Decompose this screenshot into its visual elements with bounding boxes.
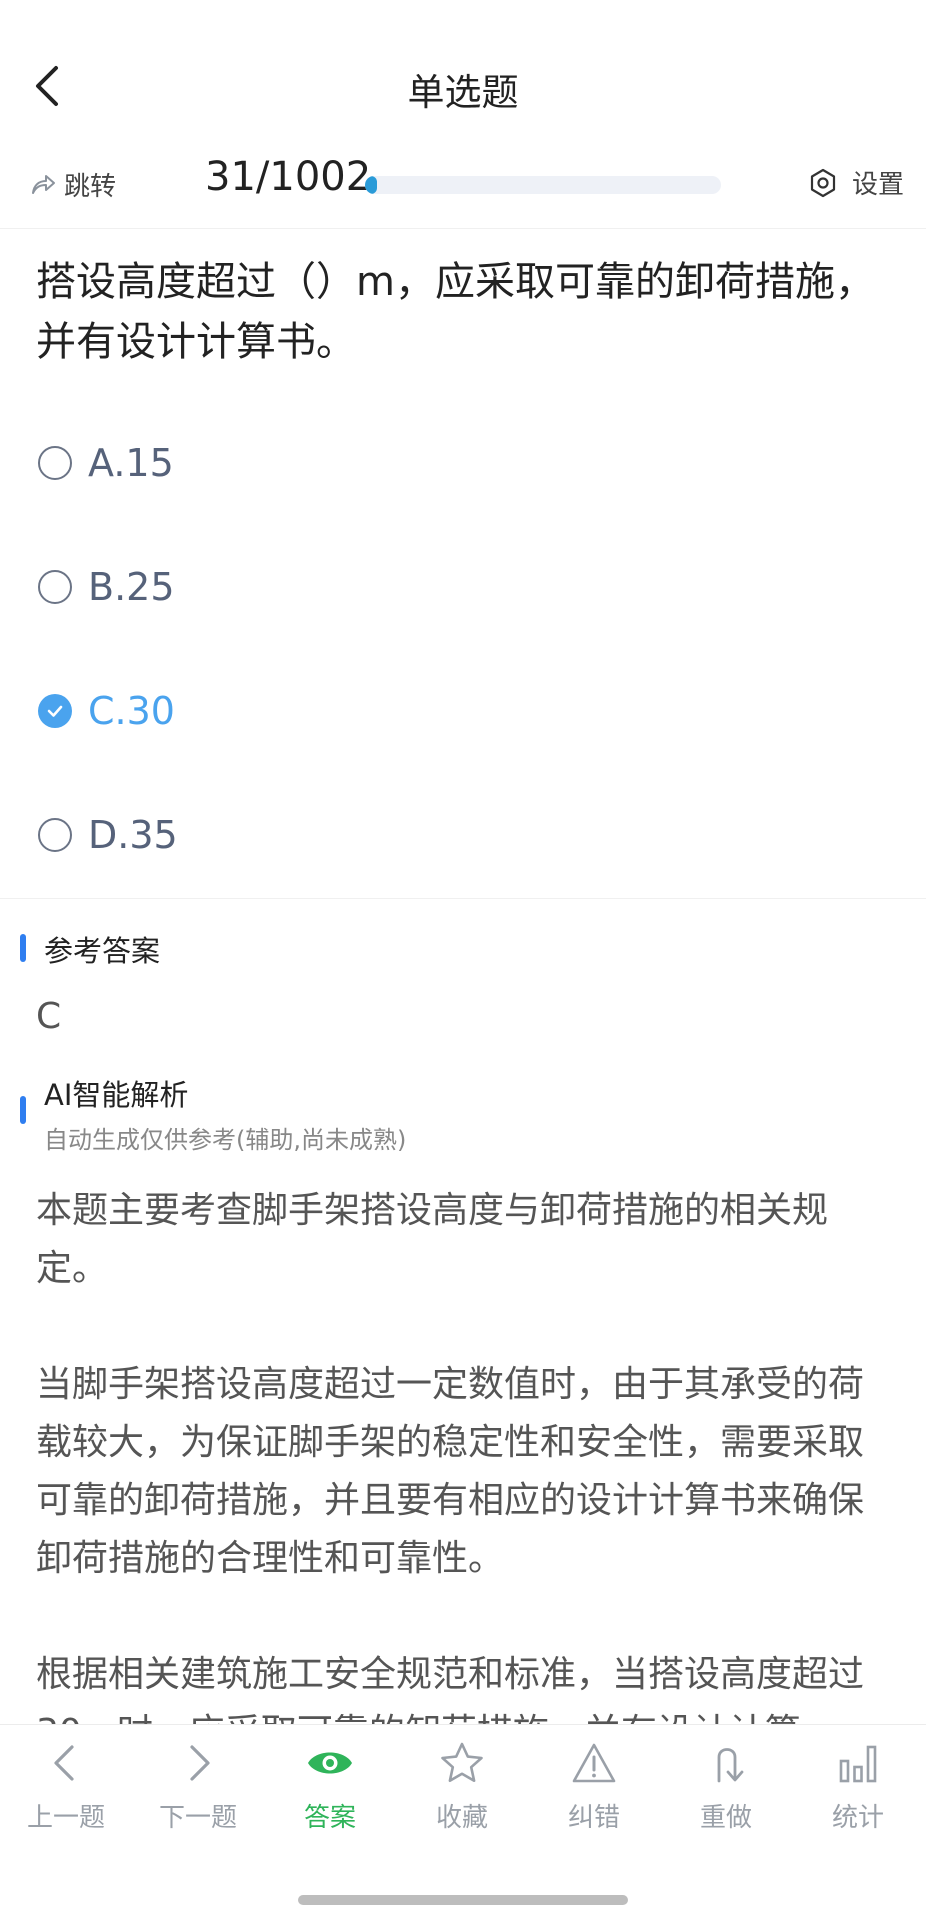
- ai-analysis-title: AI智能解析: [44, 1078, 189, 1112]
- radio-unchecked-icon: [38, 570, 72, 604]
- option-label: C.30: [88, 689, 175, 733]
- analysis-paragraph: 本题主要考查脚手架搭设高度与卸荷措施的相关规定。: [36, 1190, 829, 1289]
- option-label: D.35: [88, 813, 178, 857]
- gear-icon: [810, 168, 836, 197]
- bar-chart-icon: [839, 1745, 877, 1783]
- ai-analysis-subtitle: 自动生成仅供参考(辅助,尚未成熟): [44, 1126, 407, 1154]
- question-text: 搭设高度超过（）m，应采取可靠的卸荷措施，并有设计计算书。: [36, 259, 875, 365]
- tab-answer[interactable]: 答案: [264, 1741, 396, 1851]
- share-arrow-icon: [32, 175, 55, 194]
- section-marker: [20, 1096, 26, 1124]
- star-icon: [441, 1742, 483, 1783]
- chevron-left-icon: [54, 1745, 74, 1781]
- progress-bar: [365, 176, 721, 194]
- divider: [0, 898, 926, 899]
- option-label: B.25: [88, 565, 175, 609]
- tab-next[interactable]: 下一题: [132, 1741, 264, 1851]
- eye-icon: [308, 1752, 352, 1774]
- progress-fill: [365, 176, 377, 194]
- analysis-paragraph: 当脚手架搭设高度超过一定数值时，由于其承受的荷载较大，为保证脚手架的稳定性和安全…: [36, 1364, 865, 1579]
- option-label: A.15: [88, 441, 174, 485]
- chevron-right-icon: [190, 1745, 210, 1781]
- jump-button[interactable]: 跳转: [30, 164, 116, 204]
- tab-label: 统计: [831, 1803, 884, 1833]
- tab-favorite[interactable]: 收藏: [396, 1741, 528, 1851]
- redo-icon: [717, 1748, 744, 1783]
- reference-answer-title: 参考答案: [44, 934, 161, 968]
- tab-label: 下一题: [158, 1803, 237, 1833]
- option-a[interactable]: A.15: [38, 433, 838, 493]
- tab-statistics[interactable]: 统计: [792, 1741, 924, 1851]
- tab-previous[interactable]: 上一题: [0, 1741, 132, 1851]
- settings-button[interactable]: 设置: [808, 164, 904, 201]
- tab-label: 纠错: [567, 1803, 620, 1833]
- option-b[interactable]: B.25: [38, 557, 838, 617]
- home-indicator: [298, 1895, 628, 1905]
- settings-label: 设置: [851, 170, 904, 200]
- reference-answer-value: C: [36, 996, 62, 1037]
- tab-label: 上一题: [26, 1803, 105, 1833]
- option-c[interactable]: C.30: [38, 681, 838, 741]
- bottom-tabbar: 上一题 下一题 答案 收藏 纠错 重做 统计: [0, 1724, 926, 1921]
- page-title: 单选题: [407, 71, 519, 114]
- tab-label: 收藏: [435, 1803, 488, 1833]
- radio-unchecked-icon: [38, 818, 72, 852]
- warning-icon: [572, 1743, 616, 1783]
- tab-label: 重做: [699, 1803, 752, 1833]
- question-counter: 31/1002: [205, 154, 372, 200]
- header: 单选题: [0, 0, 926, 170]
- option-d[interactable]: D.35: [38, 805, 838, 865]
- question-toolbar: 跳转 31/1002 设置: [0, 150, 926, 230]
- tab-report-error[interactable]: 纠错: [528, 1741, 660, 1851]
- radio-unchecked-icon: [38, 446, 72, 480]
- divider: [0, 228, 926, 229]
- tab-redo[interactable]: 重做: [660, 1741, 792, 1851]
- section-marker: [20, 934, 26, 962]
- tab-label: 答案: [303, 1803, 356, 1833]
- check-circle-icon: [38, 694, 72, 728]
- jump-label: 跳转: [64, 171, 117, 202]
